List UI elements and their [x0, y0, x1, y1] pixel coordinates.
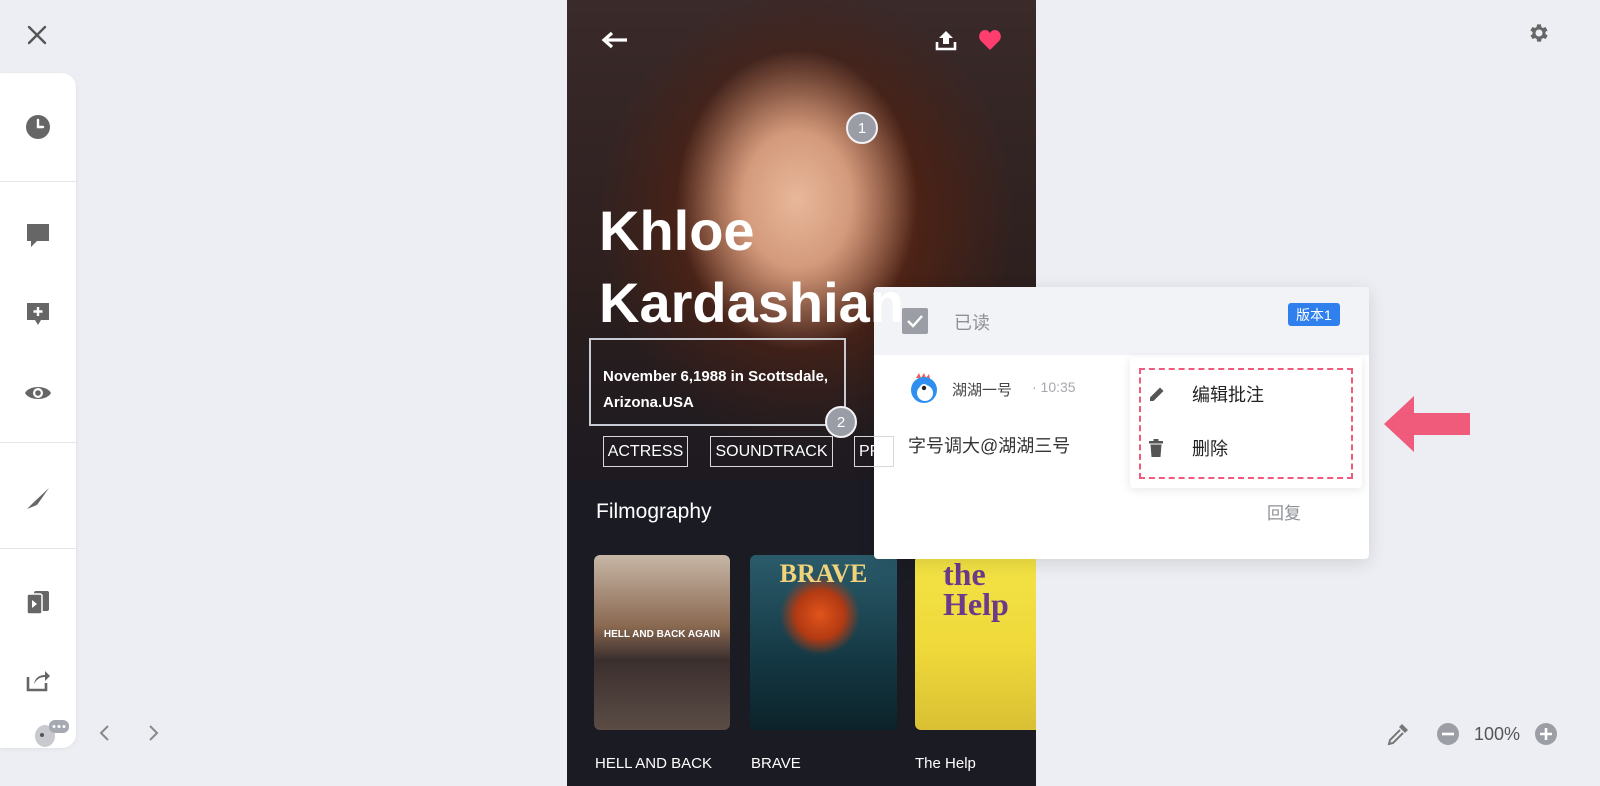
poster-title: HELL AND BACK AGAIN [603, 629, 721, 640]
chevron-left-icon [99, 725, 109, 741]
history-tool[interactable] [0, 100, 76, 154]
poster-caption: BRAVE [751, 755, 801, 772]
add-comment-icon [27, 303, 49, 325]
last-name: Kardashian [599, 271, 904, 334]
zoom-level: 100% [1473, 723, 1520, 744]
export-tool[interactable] [0, 653, 76, 707]
toolbar-divider [0, 548, 76, 549]
birth-place-line: Arizona.USA [603, 394, 694, 411]
slice-knife-icon [27, 488, 49, 509]
clock-icon [26, 115, 50, 139]
plus-circle-icon [1535, 723, 1557, 745]
read-label: 已读 [954, 313, 990, 333]
slice-tool[interactable] [0, 471, 76, 525]
close-icon [27, 25, 47, 45]
chevron-right-icon [149, 725, 159, 741]
annotated-birth-info: November 6,1988 in Scottsdale, Arizona.U… [589, 338, 846, 426]
arrow-left-icon [601, 31, 627, 49]
tag-soundtrack[interactable]: SOUNDTRACK [710, 436, 833, 467]
mark-read-checkbox[interactable] [902, 308, 928, 334]
assets-tool[interactable] [0, 575, 76, 629]
eye-icon [25, 387, 51, 399]
poster-title: the Help [943, 556, 1009, 622]
tag-actress[interactable]: ACTRESS [603, 436, 688, 467]
annotation-marker-1[interactable]: 1 [846, 112, 878, 144]
delete-comment-label: 删除 [1192, 439, 1228, 459]
eyedropper-button[interactable] [1384, 720, 1412, 748]
comment-tool[interactable] [0, 208, 76, 262]
author-avatar [908, 372, 940, 404]
settings-button[interactable] [1522, 16, 1556, 50]
gear-icon [1530, 24, 1548, 42]
birth-date-line: November 6,1988 in Scottsdale, [603, 368, 829, 385]
comment-time: · 10:35 [1032, 379, 1076, 395]
pencil-icon [1148, 385, 1178, 403]
filmography-title: Filmography [596, 500, 712, 523]
assistant-avatar[interactable] [28, 718, 74, 748]
edit-comment-label: 编辑批注 [1192, 385, 1264, 405]
toolbar-divider [0, 181, 76, 182]
tag-producer[interactable]: PR [854, 436, 894, 467]
trash-icon [1148, 439, 1178, 457]
next-page-button[interactable] [138, 718, 168, 748]
annotation-marker-2[interactable]: 2 [825, 406, 857, 438]
chat-bubble-mascot-icon [35, 720, 69, 747]
reply-button[interactable]: 回复 [1267, 499, 1301, 524]
comment-text: 字号调大@湖湖三号 [908, 436, 1071, 456]
minus-circle-icon [1436, 723, 1459, 745]
first-name: Khloe [599, 199, 755, 262]
poster-brave[interactable]: BRAVE [750, 555, 897, 730]
preview-tool[interactable] [0, 366, 76, 420]
previous-page-button[interactable] [90, 718, 120, 748]
comment-icon [27, 224, 49, 247]
poster-title: BRAVE [779, 559, 868, 588]
cards-icon [26, 591, 49, 615]
comment-header: 已读 版本1 [874, 287, 1369, 355]
toolbar-divider [0, 442, 76, 443]
upload-button[interactable] [932, 26, 960, 54]
zoom-out-button[interactable] [1434, 720, 1462, 748]
poster-the-help[interactable]: the Help [915, 555, 1036, 730]
zoom-controls: 100% [1384, 720, 1560, 748]
left-toolbar [0, 73, 76, 748]
back-button[interactable] [600, 28, 630, 52]
delete-comment-item[interactable]: 删除 [1148, 428, 1348, 468]
heart-icon [979, 30, 1001, 50]
comment-author: 湖湖一号 [952, 382, 1013, 399]
poster-hell-and-back[interactable]: HELL AND BACK AGAIN [594, 555, 730, 730]
comment-context-menu: 编辑批注 删除 [1130, 357, 1362, 488]
eyedropper-icon [1387, 724, 1408, 746]
actor-name: Khloe Kardashian [599, 195, 904, 339]
edit-comment-item[interactable]: 编辑批注 [1148, 374, 1348, 414]
version-badge: 版本1 [1288, 303, 1340, 326]
bird-mascot-icon [911, 373, 937, 403]
favorite-button[interactable] [976, 26, 1004, 54]
check-icon [907, 315, 923, 328]
share-icon [26, 671, 50, 692]
close-button[interactable] [22, 20, 52, 50]
poster-caption: HELL AND BACK [595, 755, 712, 772]
zoom-in-button[interactable] [1532, 720, 1560, 748]
page-navigation [28, 718, 168, 748]
upload-icon [935, 31, 957, 51]
add-comment-tool[interactable] [0, 287, 76, 341]
pointer-arrow-icon [1384, 396, 1470, 452]
poster-caption: The Help [915, 755, 976, 772]
